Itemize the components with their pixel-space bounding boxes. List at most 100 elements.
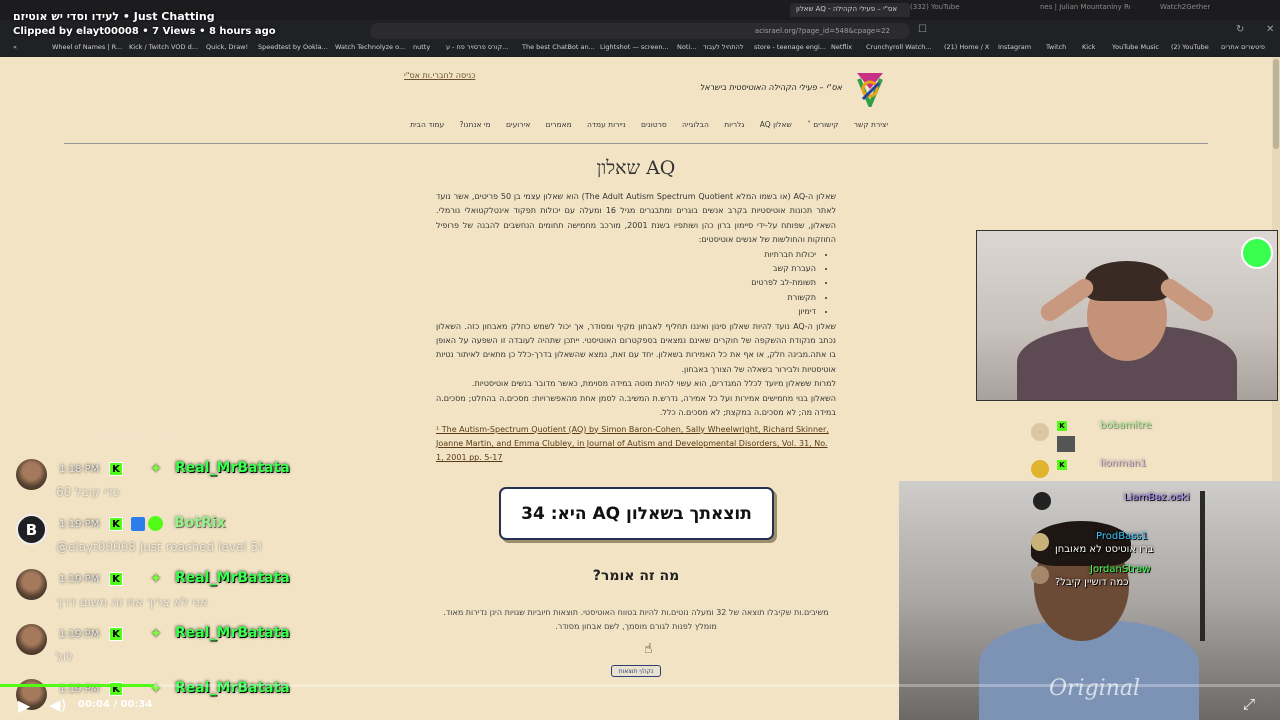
- bookmark-item[interactable]: (2) YouTube: [1171, 43, 1209, 51]
- kick-badge-icon: K: [109, 627, 123, 641]
- reference-link[interactable]: ¹ The Autism-Spectrum Quotient (AQ) by S…: [436, 423, 836, 466]
- bookmark-item[interactable]: Instagram: [998, 43, 1031, 51]
- chat-timestamp: 1:19 PM: [59, 629, 100, 640]
- browser-tab[interactable]: Watch2Gether: [1160, 3, 1210, 17]
- bookmark-item[interactable]: Noti...: [677, 43, 696, 51]
- site-logo-icon[interactable]: [853, 69, 887, 107]
- nav-item-videos[interactable]: סרטונים: [641, 120, 667, 132]
- browser-tab[interactable]: (332) YouTube: [910, 3, 960, 17]
- kick-badge-icon: K: [109, 517, 123, 531]
- bookmark-item[interactable]: Watch Technolyze o...: [335, 43, 405, 51]
- kick-badge-icon: K: [109, 572, 123, 586]
- bookmark-item[interactable]: Netflix: [831, 43, 852, 51]
- site-nav: עמוד הבית מי אנחנו? אירועים מאמרים ניירו…: [410, 120, 888, 132]
- chat-text: לול: [56, 650, 73, 664]
- progress-bar-fill: [0, 684, 154, 687]
- chat-faded-message: כדי לא לצאת מהמקום שלך · ידוע לנו: [56, 430, 216, 441]
- chat-text: אני לא צריך את זה משום דרך: [56, 595, 208, 609]
- close-icon[interactable]: ✕: [1266, 24, 1274, 35]
- chat-avatar: [1031, 423, 1049, 441]
- bookmark-item[interactable]: store - teenage engi...: [754, 43, 826, 51]
- webcam-streamer-1: [976, 230, 1278, 401]
- play-icon[interactable]: ▶: [18, 696, 30, 715]
- chat-timestamp: 1:19 PM: [59, 519, 100, 530]
- volume-icon[interactable]: ◀): [49, 696, 66, 714]
- chat-timestamp: 1:19 PM: [59, 574, 100, 585]
- chat-message: כמה דושיין קיבל?: [1055, 577, 1129, 588]
- member-login-link[interactable]: כניסה לחברי.ות אס"י: [404, 71, 475, 80]
- result-box: תוצאתך בשאלון AQ היא: 34: [499, 487, 774, 540]
- bookmark-item[interactable]: Speedtest by Ookla...: [258, 43, 328, 51]
- shirt-print: Original: [1049, 676, 1141, 701]
- chat-username: JordanStraw: [1090, 564, 1151, 575]
- bookmark-item[interactable]: nutty: [413, 43, 430, 51]
- browser-tab[interactable]: nes | Julian Mountaniny Remix: [1040, 3, 1130, 17]
- bookmark-item[interactable]: Kick / Twitch VOD d...: [129, 43, 198, 51]
- nav-item-about[interactable]: מי אנחנו?: [460, 120, 491, 132]
- bookmark-item[interactable]: YouTube Music: [1112, 43, 1159, 51]
- chat-username: Real_MrBatata: [175, 460, 290, 476]
- list-item: דימיון: [436, 305, 816, 319]
- bookmark-item[interactable]: פיטשרים אתרים: [1221, 43, 1265, 51]
- sparkle-badge-icon: ✦: [150, 626, 162, 642]
- clip-meta: Clipped by elayt00008 • 7 Views • 8 hour…: [13, 26, 276, 37]
- bookmark-item[interactable]: Lightshot — screen...: [600, 43, 669, 51]
- chat-avatar: [1031, 533, 1049, 551]
- list-item: יכולות חברתיות: [436, 248, 816, 262]
- verified-badge-icon: [148, 516, 163, 531]
- nav-item-events[interactable]: אירועים: [506, 120, 530, 132]
- progress-bar[interactable]: [0, 684, 1280, 687]
- browser-tab-active[interactable]: שאלון AQ - אס"י – פעילי הקהילה: [790, 3, 910, 17]
- bookmark-item[interactable]: Twitch: [1046, 43, 1066, 51]
- list-item: תשומת-לב לפרטים: [436, 276, 816, 290]
- bookmark-item[interactable]: Crunchyroll Watch...: [866, 43, 932, 51]
- nav-item-articles[interactable]: מאמרים: [546, 120, 572, 132]
- nav-item-galleries[interactable]: גלריות: [724, 120, 744, 132]
- reload-icon[interactable]: ↻: [1236, 24, 1244, 35]
- nav-item-links[interactable]: קישורים ˅: [807, 120, 838, 132]
- bookmark-icon[interactable]: ☐: [918, 24, 927, 35]
- scrollbar-thumb[interactable]: [1273, 59, 1279, 149]
- hand-cursor-icon: ☝: [644, 641, 653, 657]
- chat-username: BotRix: [174, 515, 226, 531]
- mod-badge-icon: [131, 517, 145, 531]
- article-body: שאלון ה-AQ (או בשמו המלא The Adult Autis…: [436, 190, 836, 466]
- bookmarks-collapse-icon[interactable]: «: [13, 43, 17, 51]
- chat-image: [1057, 436, 1075, 452]
- domain-list: יכולות חברתיות העברת קשב תשומת-לב לפרטים…: [436, 248, 816, 320]
- nav-item-contact[interactable]: יצירת קשר: [854, 120, 888, 132]
- chat-message-row: 1:19 PM K ✦ Real_MrBatata אני לא צריך את…: [16, 569, 416, 619]
- bookmarks-bar: « Wheel of Names | R... Kick / Twitch VO…: [0, 41, 1280, 55]
- chat-avatar: [16, 459, 47, 490]
- bookmark-item[interactable]: Wheel of Names | R...: [52, 43, 122, 51]
- chat-timestamp: 1:18 PM: [59, 464, 100, 475]
- nav-item-blog[interactable]: הבלוגייה: [682, 120, 709, 132]
- bookmark-item[interactable]: Quick, Draw!: [206, 43, 248, 51]
- bookmark-item[interactable]: (21) Home / X: [944, 43, 989, 51]
- fullscreen-icon[interactable]: ⤢: [1243, 695, 1255, 713]
- chat-username: Real_MrBatata: [175, 570, 290, 586]
- nav-item-home[interactable]: עמוד הבית: [410, 120, 444, 132]
- address-bar[interactable]: acisrael.org/?page_id=548&cpage=22: [370, 23, 910, 39]
- chat-message-row: 1:18 PM K ✦ Real_MrBatata כדי קיבל 60: [16, 459, 416, 509]
- meaning-heading: מה זה אומר?: [592, 568, 680, 584]
- chat-avatar: [1031, 460, 1049, 478]
- article-paragraph: השאלון בנוי מחמישים אמירות ועל כל אמירה,…: [436, 393, 836, 418]
- chat-username: lionman1: [1100, 458, 1147, 469]
- nav-item-position-papers[interactable]: ניירות עמדה: [587, 120, 626, 132]
- bookmark-item[interactable]: להתחיל לעבוד: [703, 43, 744, 51]
- nav-item-aq-quiz[interactable]: שאלון AQ: [760, 120, 792, 132]
- article-intro: שאלון ה-AQ (או בשמו המלא The Adult Autis…: [436, 192, 837, 245]
- bot-avatar: B: [16, 514, 47, 545]
- mic-arm: [1200, 491, 1270, 641]
- article-paragraph: למרות ששאלון מיועד לכלל המגדרים, הוא עשו…: [471, 379, 836, 389]
- bookmark-item[interactable]: The best ChatBot an...: [522, 43, 595, 51]
- clip-title: לעידו וסדי יש אוטיזם • Just Chatting: [13, 10, 215, 23]
- chat-username: LiamBaz.oski: [1124, 492, 1190, 503]
- bookmark-item[interactable]: קורס פרסויר פח - ע...: [446, 43, 508, 51]
- sparkle-badge-icon: ✦: [150, 461, 162, 477]
- bookmark-item[interactable]: Kick: [1082, 43, 1095, 51]
- chat-text: כדי קיבל 60: [56, 485, 120, 499]
- stream-clip-player: (332) YouTube שאלון AQ - אס"י – פעילי הק…: [0, 0, 1280, 720]
- clear-results-button[interactable]: נקה/י תוצאות: [611, 665, 661, 677]
